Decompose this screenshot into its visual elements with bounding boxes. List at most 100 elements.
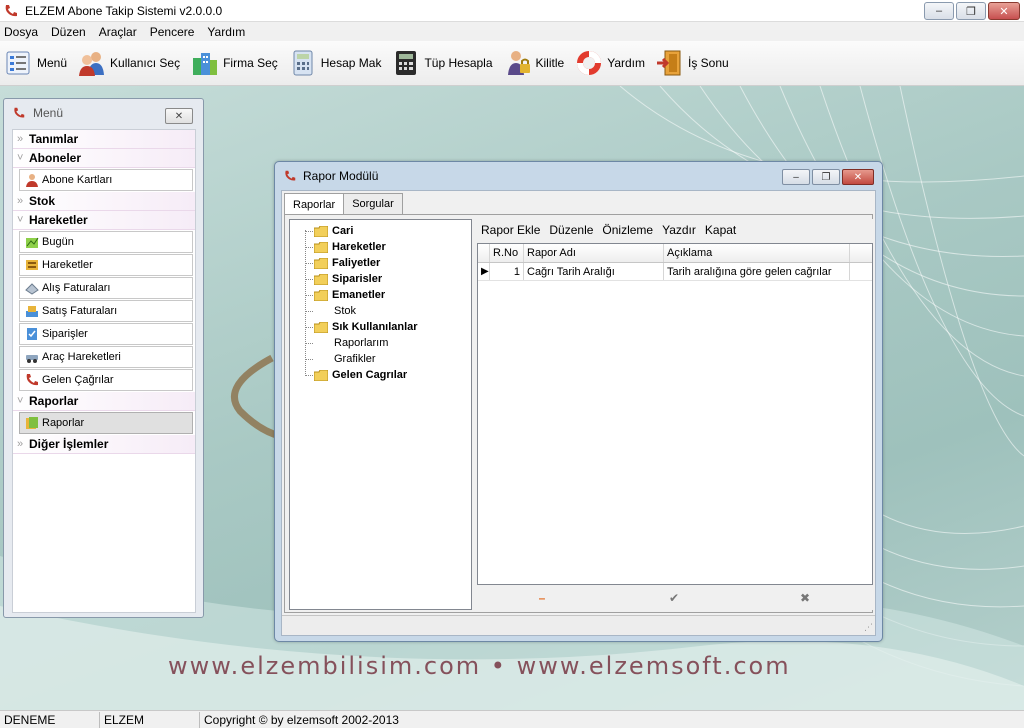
menu-panel: Menü ✕ » Tanımlar ˅ Aboneler Abone Kartlar… (3, 98, 204, 618)
toolbar-user-select-button[interactable]: Kullanıcı Seç (77, 44, 180, 82)
add-report-button[interactable]: Rapor Ekle (481, 223, 540, 237)
menu-duzen[interactable]: Düzen (51, 25, 86, 39)
menu-item-label: Alış Faturaları (42, 282, 111, 294)
preview-button[interactable]: Önizleme (602, 223, 653, 237)
reports-icon (26, 417, 38, 429)
folder-icon (314, 369, 328, 381)
report-window-controls: – ❐ ✕ (782, 169, 874, 185)
report-module-window: Rapor Modülü – ❐ ✕ Raporlar Sorgular Car… (274, 161, 883, 642)
menu-pencere[interactable]: Pencere (150, 25, 195, 39)
tree-node-faliyetler[interactable]: Faliyetler (290, 255, 471, 271)
tree-node-hareketler[interactable]: Hareketler (290, 239, 471, 255)
tab-page-raporlar: Cari Hareketler Faliyetler Siparisler Em… (284, 214, 873, 613)
report-window-title: Rapor Modülü (303, 169, 379, 183)
menu-item-raporlar[interactable]: Raporlar (19, 412, 193, 434)
tree-node-label: Raporlarım (334, 337, 389, 349)
menu-yardim[interactable]: Yardım (207, 25, 245, 39)
cell-aciklama: Tarih aralığına göre gelen cağrılar (664, 263, 850, 280)
resize-grip-icon[interactable]: ⋰ (864, 622, 873, 633)
report-grid: R.No Rapor Adı Açıklama ▶ 1 Cağrı Tarih … (477, 243, 873, 585)
cell-rapor-adi: Cağrı Tarih Aralığı (524, 263, 664, 280)
toolbar-tube-calc-button[interactable]: Tüp Hesapla (391, 44, 493, 82)
menu-item-hareketler[interactable]: Hareketler (19, 254, 193, 276)
toolbar-lock-button[interactable]: Kilitle (503, 44, 564, 82)
tree-node-label: Emanetler (332, 289, 386, 301)
close-button[interactable]: ✕ (988, 2, 1020, 20)
sales-invoice-icon (26, 306, 38, 317)
menu-item-arac-hareketleri[interactable]: Araç Hareketleri (19, 346, 193, 368)
window-controls: – ❐ ✕ (924, 2, 1020, 20)
toolbar-help-button[interactable]: Yardım (574, 44, 645, 82)
menu-panel-body: » Tanımlar ˅ Aboneler Abone Kartları » Stok… (12, 129, 196, 613)
tree-node-siparisler[interactable]: Siparisler (290, 271, 471, 287)
report-window-content: Raporlar Sorgular Cari Hareketler Faliye… (281, 190, 876, 636)
minimize-button[interactable]: – (924, 2, 954, 20)
folder-icon (314, 273, 328, 285)
tree-node-sik-kullanilanlar[interactable]: Sık Kullanılanlar (290, 319, 471, 335)
grid-navigator: – ✔ ✖ (477, 587, 873, 609)
menu-item-label: Araç Hareketleri (42, 351, 121, 363)
report-actions-bar: Rapor Ekle Düzenle Önizleme Yazdır Kapat (477, 219, 873, 241)
menu-item-siparisler[interactable]: Siparişler (19, 323, 193, 345)
movements-icon (26, 260, 38, 270)
report-maximize-button[interactable]: ❐ (812, 169, 840, 185)
toolbar-calculator-label: Hesap Mak (320, 56, 382, 70)
confirm-button[interactable]: ✔ (664, 591, 684, 605)
menu-item-satis-faturalari[interactable]: Satış Faturaları (19, 300, 193, 322)
print-button[interactable]: Yazdır (662, 223, 696, 237)
toolbar-company-select-label: Firma Seç (223, 56, 278, 70)
group-diger-islemler[interactable]: » Diğer İşlemler (13, 435, 195, 454)
report-category-tree: Cari Hareketler Faliyetler Siparisler Em… (289, 219, 472, 610)
chevron-down-icon: ˅ (17, 214, 24, 226)
tree-node-label: Grafikler (334, 353, 376, 365)
menu-dosya[interactable]: Dosya (4, 25, 38, 39)
toolbar-end-of-day-button[interactable]: İş Sonu (655, 44, 729, 82)
toolbar-company-select-button[interactable]: Firma Seç (190, 44, 278, 82)
close-report-button[interactable]: Kapat (705, 223, 736, 237)
grid-header-rno[interactable]: R.No (490, 244, 524, 262)
group-raporlar[interactable]: ˅ Raporlar (13, 392, 195, 411)
table-row[interactable]: ▶ 1 Cağrı Tarih Aralığı Tarih aralığına … (478, 263, 872, 281)
toolbar-end-of-day-label: İş Sonu (688, 56, 729, 70)
tab-raporlar[interactable]: Raporlar (284, 193, 345, 215)
report-minimize-button[interactable]: – (782, 169, 810, 185)
status-company: ELZEM (100, 711, 200, 728)
menu-panel-close-button[interactable]: ✕ (165, 108, 193, 124)
report-close-button[interactable]: ✕ (842, 169, 874, 185)
group-aboneler[interactable]: ˅ Aboneler (13, 149, 195, 168)
tree-node-gelen-cagrilar[interactable]: Gelen Cagrılar (290, 367, 471, 383)
toolbar-calculator-button[interactable]: Hesap Mak (288, 44, 382, 82)
chevron-right-icon: » (17, 438, 24, 450)
tree-node-cari[interactable]: Cari (290, 223, 471, 239)
group-stok[interactable]: » Stok (13, 192, 195, 211)
tree-node-label: Hareketler (332, 241, 386, 253)
edit-report-button[interactable]: Düzenle (549, 223, 593, 237)
phone-icon (14, 107, 25, 118)
group-tanimlar[interactable]: » Tanımlar (13, 130, 195, 149)
menu-item-label: Hareketler (42, 259, 93, 271)
maximize-button[interactable]: ❐ (956, 2, 986, 20)
menu-item-gelen-cagrilar[interactable]: Gelen Çağrılar (19, 369, 193, 391)
menu-araclar[interactable]: Araçlar (99, 25, 137, 39)
toolbar-tube-calc-label: Tüp Hesapla (424, 56, 493, 70)
tree-node-grafikler[interactable]: Grafikler (290, 351, 471, 367)
toolbar-user-select-label: Kullanıcı Seç (110, 56, 181, 70)
menu-item-alis-faturalari[interactable]: Alış Faturaları (19, 277, 193, 299)
group-label: Diğer İşlemler (29, 437, 109, 451)
cancel-button[interactable]: ✖ (795, 591, 815, 605)
menu-item-bugun[interactable]: Bugün (19, 231, 193, 253)
group-hareketler[interactable]: ˅ Hareketler (13, 211, 195, 230)
tree-node-raporlarim[interactable]: Raporlarım (290, 335, 471, 351)
menu-item-abone-kartlari[interactable]: Abone Kartları (19, 169, 193, 191)
tab-sorgular[interactable]: Sorgular (343, 193, 403, 214)
grid-header-aciklama[interactable]: Açıklama (664, 244, 850, 262)
tree-node-stok[interactable]: Stok (290, 303, 471, 319)
toolbar-menu-label: Menü (37, 56, 68, 70)
tree-node-emanetler[interactable]: Emanetler (290, 287, 471, 303)
calculator-dark-icon (396, 51, 417, 75)
toolbar-menu-button[interactable]: Menü (4, 44, 67, 82)
buildings-icon (193, 53, 218, 75)
grid-header-rapor-adi[interactable]: Rapor Adı (524, 244, 664, 262)
remove-row-button[interactable]: – (532, 591, 552, 605)
folder-icon (314, 225, 328, 237)
